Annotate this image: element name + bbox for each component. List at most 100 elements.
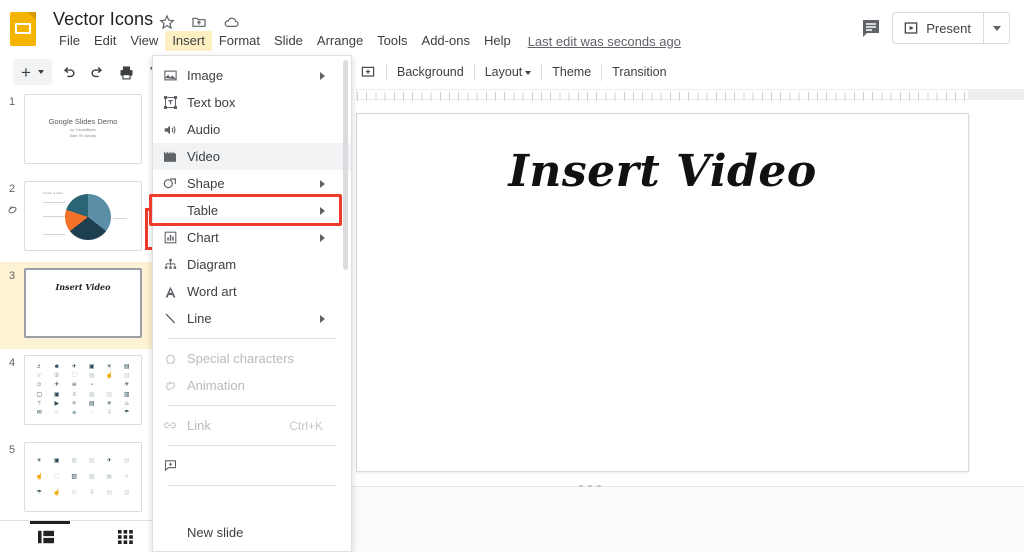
divider (386, 63, 387, 81)
menu-help[interactable]: Help (477, 31, 518, 51)
divider (473, 63, 475, 81)
omega-icon (153, 351, 187, 366)
divider (601, 63, 603, 81)
cloud-saved-icon[interactable] (222, 13, 240, 31)
menu-item-video[interactable]: Video (153, 143, 351, 170)
document-title[interactable]: Vector Icons (53, 9, 153, 30)
menu-insert[interactable]: Insert (165, 31, 212, 51)
present-play-icon (903, 20, 919, 36)
horizontal-ruler[interactable] (356, 88, 1024, 102)
view-switch-bar (0, 520, 155, 552)
filmstrip-slide-4[interactable]: 4 ♬ ☻ ✈ ▣ ☀ ▤ ☞ ☉ ☐ ▦ ☝ ▧ ☺ ✈ ☠ ▪ ▫ ✈ ▢ ▣ ☃ ▩ ▨ ▥ ⚚ ▶ ⚛ ▤ ☀ ♨ ✉ ○ ◈… (0, 349, 154, 436)
menu-item-label: New slide (187, 525, 244, 540)
slides-logo (10, 12, 40, 48)
submenu-arrow-icon (320, 206, 325, 215)
print-button[interactable] (113, 59, 139, 85)
menu-item-label: Shape (187, 176, 225, 191)
menu-item-label: Line (187, 311, 212, 326)
image-icon (153, 68, 187, 83)
filmstrip-slide-2[interactable]: 2 Number of Clicks (0, 175, 154, 262)
slide-thumbnail[interactable]: Insert Video (24, 268, 142, 338)
menu-item-text-box[interactable]: Text box (153, 89, 351, 116)
toolbar-slide-group: Background Layout Theme Transition (360, 60, 667, 84)
present-label: Present (926, 20, 971, 36)
google-slides-window: Vector Icons File Edit View Insert Forma… (0, 0, 1024, 552)
slide-number: 4 (8, 357, 16, 369)
present-dropdown-button[interactable] (983, 13, 1009, 43)
menu-item-label: Chart (187, 230, 219, 245)
menu-item-link: Link Ctrl+K (153, 412, 351, 439)
menu-view[interactable]: View (123, 31, 165, 51)
slide-number: 5 (8, 444, 16, 456)
transition-button[interactable]: Transition (612, 65, 666, 79)
menu-addons[interactable]: Add-ons (415, 31, 477, 51)
slide-thumbnail[interactable]: Google Slides Demo by: TutorialBears Dat… (24, 94, 142, 164)
redo-button[interactable] (84, 59, 110, 85)
chevron-down-icon (38, 70, 44, 74)
menu-item-slide-numbers[interactable]: New slide (153, 519, 351, 546)
filmstrip-slide-1[interactable]: 1 Google Slides Demo by: TutorialBears D… (0, 88, 154, 250)
star-icon[interactable] (158, 13, 176, 31)
menu-item-label: Animation (187, 378, 245, 393)
menu-item-word-art[interactable]: Word art (153, 278, 351, 305)
background-button[interactable]: Background (397, 65, 464, 79)
undo-button[interactable] (55, 59, 81, 85)
slide-number: 3 (8, 270, 16, 282)
thumb-subtitle-2: Date: 7th January (69, 134, 97, 138)
menu-format[interactable]: Format (212, 31, 267, 51)
comment-history-icon[interactable] (859, 16, 883, 40)
menu-arrange[interactable]: Arrange (310, 31, 370, 51)
submenu-arrow-icon (320, 71, 325, 80)
slide-thumbnail[interactable]: ☀ ▣ ▦ ▧ ✈ ▤ ☝ ▢ ▥ ▩ ▣ ✈ ☂ ☝ ☞ ☟ ▤ ▥ (24, 442, 142, 512)
filmstrip-slide-5[interactable]: 5 ☀ ▣ ▦ ▧ ✈ ▤ ☝ ▢ ▥ ▩ ▣ ✈ ☂ ☝ ☞ ☟ ▤ ▥ (0, 436, 154, 520)
new-slide-button[interactable]: + (13, 59, 52, 85)
thumb-heading: Insert Video (55, 282, 111, 292)
menu-item-shape[interactable]: Shape (153, 170, 351, 197)
menu-tools[interactable]: Tools (370, 31, 414, 51)
menu-item-chart[interactable]: Chart (153, 224, 351, 251)
menu-item-new-slide[interactable] (153, 492, 351, 519)
menu-item-label: Link (187, 418, 211, 433)
present-button[interactable]: Present (893, 13, 983, 43)
new-slide-panel-icon[interactable] (360, 64, 376, 80)
theme-button[interactable]: Theme (552, 65, 591, 79)
title-action-icons (158, 13, 240, 31)
menu-item-image[interactable]: Image (153, 62, 351, 89)
menu-item-label: Special characters (187, 351, 294, 366)
slide-thumbnail[interactable]: Number of Clicks (24, 181, 142, 251)
video-icon (153, 149, 187, 164)
menu-item-shortcut: Ctrl+K (289, 418, 323, 433)
menu-item-table[interactable]: Table (153, 197, 351, 224)
filmstrip-view-icon[interactable] (38, 530, 54, 544)
menu-item-line[interactable]: Line (153, 305, 351, 332)
ruler-ticks (357, 92, 970, 101)
link-icon (153, 418, 187, 434)
grid-view-icon[interactable] (118, 530, 133, 544)
last-edit-link[interactable]: Last edit was seconds ago (528, 34, 681, 49)
menu-slide[interactable]: Slide (267, 31, 310, 51)
audio-icon (153, 122, 187, 138)
ruler-inactive-area (969, 89, 1024, 100)
menu-item-special-characters: Special characters (153, 345, 351, 372)
slide-title-text[interactable]: Insert Video (357, 146, 968, 197)
insert-dropdown-menu[interactable]: Image Text box Audio Video Shape Table C… (149, 55, 352, 552)
menu-item-label: Diagram (187, 257, 237, 272)
menu-separator (167, 485, 337, 486)
chevron-down-icon (525, 70, 532, 75)
menu-scrollbar[interactable] (343, 60, 348, 270)
menu-file[interactable]: File (52, 31, 87, 51)
menu-separator (167, 405, 337, 406)
move-to-folder-icon[interactable] (190, 13, 208, 31)
slide-filmstrip[interactable]: 1 Google Slides Demo by: TutorialBears D… (0, 88, 155, 520)
menu-edit[interactable]: Edit (87, 31, 123, 51)
layout-button[interactable]: Layout (485, 65, 532, 79)
menu-item-label: Video (187, 149, 221, 164)
menu-item-comment[interactable] (153, 452, 351, 479)
submenu-arrow-icon (320, 179, 325, 188)
slide-thumbnail[interactable]: ♬ ☻ ✈ ▣ ☀ ▤ ☞ ☉ ☐ ▦ ☝ ▧ ☺ ✈ ☠ ▪ ▫ ✈ ▢ ▣ ☃ ▩ ▨ ▥ ⚚ ▶ ⚛ ▤ ☀ ♨ ✉ ○ ◈ □ ☟… (24, 355, 142, 425)
current-slide[interactable]: Insert Video (356, 113, 969, 472)
filmstrip-slide-3[interactable]: 3 Insert Video (0, 262, 154, 349)
menu-item-diagram[interactable]: Diagram (153, 251, 351, 278)
shape-icon (153, 176, 187, 192)
menu-item-audio[interactable]: Audio (153, 116, 351, 143)
